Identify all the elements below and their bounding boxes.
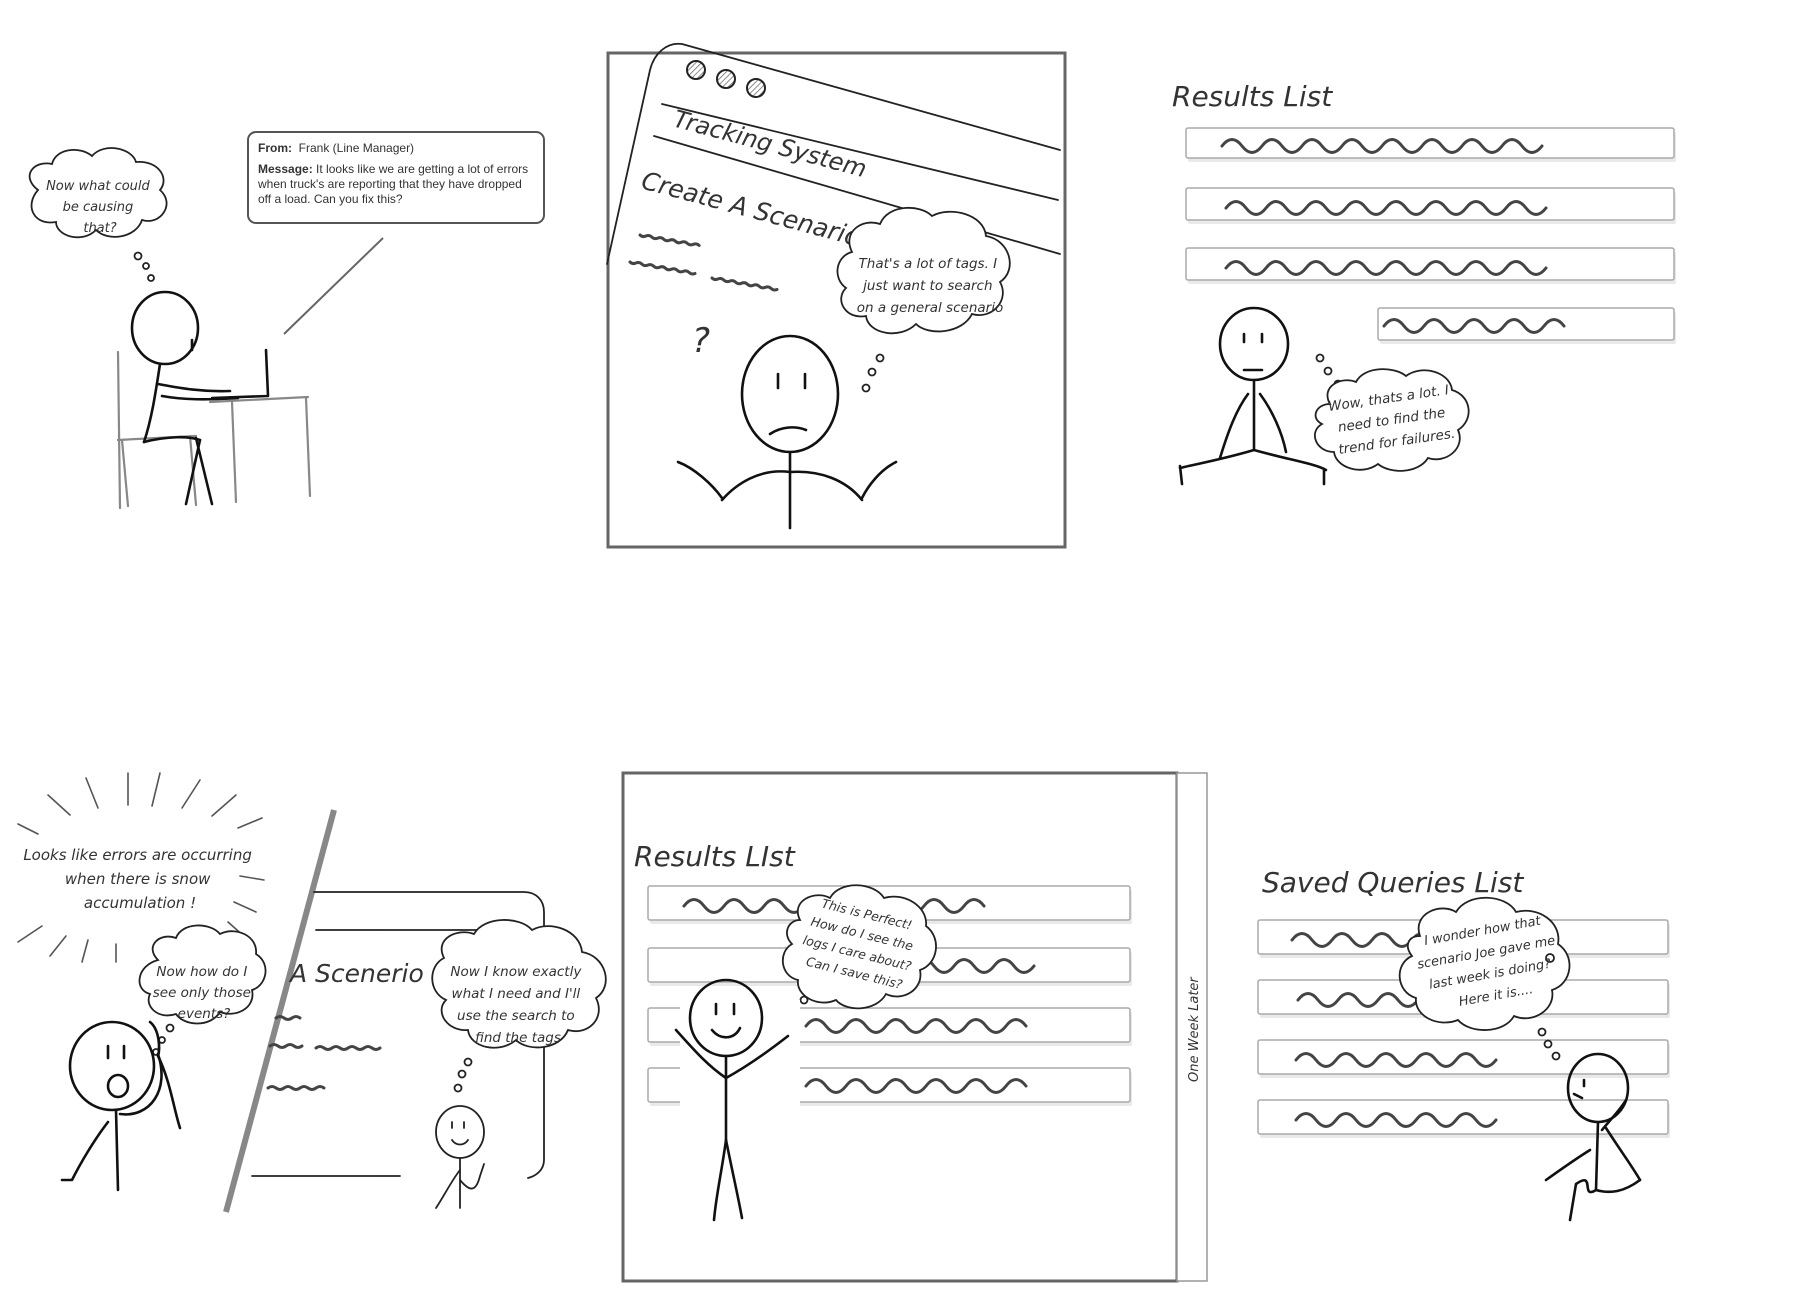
shout-line-3: accumulation ! xyxy=(84,894,196,912)
panel-2: Tracking System Create A Scenario That's… xyxy=(606,42,1067,549)
thought-4a-line-1: Now how do I xyxy=(156,964,247,980)
message-from-row: From: Frank (Line Manager) xyxy=(258,141,534,156)
message-box: From: Frank (Line Manager) Message: It l… xyxy=(247,131,545,224)
panel-5: One Week Later Results LIst This is Perf… xyxy=(621,771,1208,1283)
happy-person xyxy=(674,978,800,1222)
thought-1-line-2: be causing xyxy=(63,200,134,215)
side-label: One Week Later xyxy=(1187,976,1202,1082)
thought-cloud-1: Now what could be causing that? xyxy=(28,147,168,282)
results-list-title: Results List xyxy=(1172,80,1333,113)
shout-line-2: when there is snow xyxy=(65,870,211,888)
thought-2-line-1: That's a lot of tags. I xyxy=(859,256,998,272)
result-row[interactable] xyxy=(1377,307,1676,344)
thought-2-line-3: on a general scenario xyxy=(857,300,1003,316)
message-from-label: From: xyxy=(258,141,292,155)
window-dot-2[interactable] xyxy=(716,69,736,89)
shout-line-1: Looks like errors are occurring xyxy=(23,846,252,864)
thought-4b-line-1: Now I know exactly xyxy=(450,964,582,980)
thought-cloud-4b: Now I know exactly what I need and I'll … xyxy=(431,919,607,1093)
window-dot-3[interactable] xyxy=(746,78,766,98)
svg-text:That's a lot of tags. I: That's a lot of tags. I just want to sea… xyxy=(857,256,1003,316)
thought-4a-line-2: see only those xyxy=(153,985,251,1001)
panel-3: Results List Wow, thats a lot. I need to… xyxy=(1172,80,1676,486)
panel-6: Saved Queries List I wonder how that sce… xyxy=(1257,866,1670,1222)
message-body-label: Message: xyxy=(258,162,313,176)
svg-text:Looks like errors are occurrin: Looks like errors are occurring when the… xyxy=(23,846,256,912)
thought-4b-line-2: what I need and I'll xyxy=(452,986,581,1002)
thought-1-line-3: that? xyxy=(83,221,116,236)
question-mark: ? xyxy=(692,321,710,361)
thought-4b-line-3: use the search to xyxy=(457,1008,575,1024)
desk xyxy=(208,395,312,504)
saved-query-row[interactable] xyxy=(1257,1039,1670,1078)
panel-4: Looks like errors are occurring when the… xyxy=(17,772,607,1213)
thought-4b-line-4: find the tags xyxy=(475,1030,561,1046)
person-on-phone xyxy=(60,1020,182,1192)
thought-cloud-6: I wonder how that scenario Joe gave me l… xyxy=(1398,896,1571,1061)
message-body-row: Message: It looks like we are getting a … xyxy=(258,162,534,207)
saved-queries-title: Saved Queries List xyxy=(1262,866,1524,899)
result-row[interactable] xyxy=(1185,187,1676,224)
person-at-laptop xyxy=(130,290,270,506)
message-from-value: Frank (Line Manager) xyxy=(298,141,415,155)
scenario-screen-title: A Scenerio xyxy=(288,959,424,988)
thought-1-line-1: Now what could xyxy=(46,179,150,194)
results-list-title-2: Results LIst xyxy=(634,840,796,873)
result-row[interactable] xyxy=(1185,247,1676,284)
results-list xyxy=(1185,127,1676,344)
thought-cloud-3: Wow, thats a lot. I need to find the tre… xyxy=(1314,353,1470,472)
small-person xyxy=(435,1105,485,1209)
thought-2-line-2: just want to search xyxy=(861,278,992,294)
result-row[interactable] xyxy=(1185,127,1676,162)
thought-4a-line-3: events? xyxy=(178,1006,231,1022)
message-pointer xyxy=(283,237,384,335)
window-dot-1[interactable] xyxy=(686,60,706,80)
sitting-person xyxy=(1178,306,1328,486)
